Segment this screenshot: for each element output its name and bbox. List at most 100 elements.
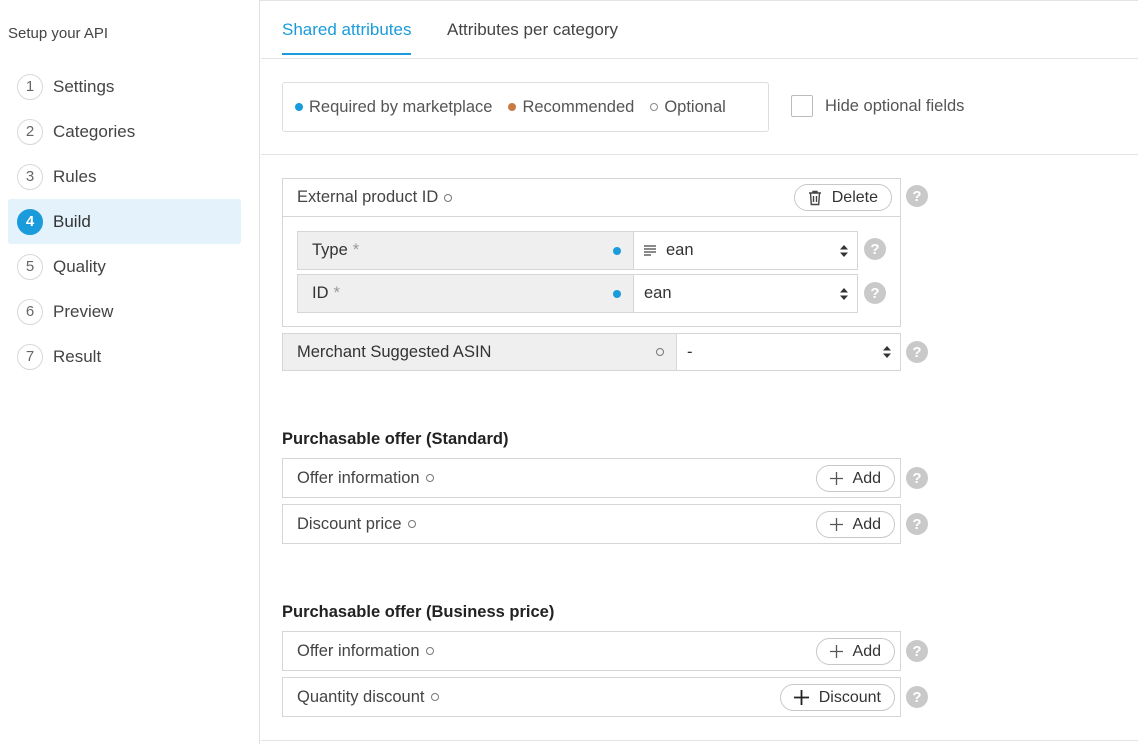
help-icon[interactable]: ? — [906, 185, 928, 207]
optional-dot-icon — [425, 474, 434, 482]
type-field-row: Type * ean — [297, 231, 858, 270]
step-quality[interactable]: 5 Quality — [8, 244, 241, 289]
plus-icon — [829, 518, 843, 531]
external-product-id-title: External product ID — [297, 188, 439, 206]
optional-dot-icon — [425, 647, 434, 655]
id-select[interactable]: ean — [634, 274, 858, 313]
id-field-label: ID * — [297, 274, 634, 313]
required-star: * — [333, 284, 340, 302]
row-label: Quantity discount — [297, 687, 425, 706]
add-quantity-discount-button[interactable]: Discount — [779, 684, 895, 711]
legend-recommended-label: Recommended — [522, 97, 635, 116]
required-star: * — [352, 241, 360, 259]
step-build[interactable]: 4 Build — [8, 199, 241, 244]
help-icon[interactable]: ? — [906, 467, 928, 489]
step-label: Build — [53, 211, 91, 231]
standard-offer-information-row: Offer information Add — [282, 458, 901, 498]
step-rules[interactable]: 3 Rules — [8, 154, 241, 199]
merchant-asin-select[interactable]: - — [677, 333, 901, 371]
delete-label: Delete — [831, 188, 878, 206]
tab-shared-attributes[interactable]: Shared attributes — [282, 20, 412, 55]
hide-optional-toggle[interactable]: Hide optional fields — [791, 95, 964, 117]
plus-icon — [829, 472, 843, 485]
type-select-value: ean — [666, 241, 694, 259]
step-preview[interactable]: 6 Preview — [8, 289, 241, 334]
delete-button[interactable]: Delete — [793, 184, 892, 211]
required-dot-icon — [295, 103, 303, 111]
hide-optional-checkbox[interactable] — [791, 95, 813, 117]
tab-bar: Shared attributes Attributes per categor… — [261, 0, 1138, 59]
help-icon[interactable]: ? — [864, 238, 886, 260]
add-discount-price-button[interactable]: Add — [815, 511, 895, 538]
section-title-business: Purchasable offer (Business price) — [282, 603, 555, 621]
trash-icon — [808, 190, 822, 206]
list-icon — [644, 245, 656, 256]
help-icon[interactable]: ? — [906, 686, 928, 708]
standard-discount-price-row: Discount price Add — [282, 504, 901, 544]
step-number: 1 — [17, 73, 43, 100]
merchant-asin-label-text: Merchant Suggested ASIN — [297, 342, 492, 361]
help-icon[interactable]: ? — [864, 282, 886, 304]
type-select[interactable]: ean — [634, 231, 858, 270]
step-number: 3 — [17, 163, 43, 190]
id-field-row: ID * ean — [297, 274, 858, 313]
field-legend: Required by marketplace Recommended Opti… — [282, 82, 769, 132]
add-label: Add — [852, 642, 881, 660]
step-settings[interactable]: 1 Settings — [8, 64, 241, 109]
step-number: 6 — [17, 298, 43, 325]
section-divider — [261, 154, 1138, 155]
sidebar-title: Setup your API — [8, 25, 109, 42]
bottom-divider — [261, 740, 1138, 741]
step-number: 2 — [17, 118, 43, 145]
main-panel: Shared attributes Attributes per categor… — [261, 0, 1138, 744]
row-label: Offer information — [297, 641, 420, 660]
section-title-standard: Purchasable offer (Standard) — [282, 430, 509, 448]
merchant-asin-value: - — [687, 342, 693, 361]
steps-list: 1 Settings 2 Categories 3 Rules 4 Build … — [8, 64, 241, 379]
optional-dot-icon — [656, 348, 664, 356]
step-number: 5 — [17, 253, 43, 280]
id-label-text: ID — [312, 284, 329, 302]
hide-optional-label: Hide optional fields — [825, 96, 965, 115]
step-label: Result — [53, 346, 102, 366]
type-field-label: Type * — [297, 231, 634, 270]
recommended-dot-icon — [508, 103, 517, 111]
add-business-offer-information-button[interactable]: Add — [815, 638, 895, 665]
merchant-asin-row: Merchant Suggested ASIN - — [282, 333, 901, 371]
business-offer-information-row: Offer information Add — [282, 631, 901, 671]
row-label: Discount price — [297, 514, 402, 533]
step-label: Quality — [53, 256, 106, 276]
select-arrows-icon — [883, 346, 891, 358]
row-label: Offer information — [297, 468, 420, 487]
required-dot-icon — [613, 289, 621, 298]
tab-attributes-per-category[interactable]: Attributes per category — [447, 20, 618, 53]
help-icon[interactable]: ? — [906, 341, 928, 363]
external-product-id-group: External product ID Delete Type * ean ID… — [282, 178, 901, 327]
optional-dot-icon — [430, 693, 439, 701]
optional-dot-icon — [444, 193, 453, 202]
step-label: Settings — [53, 76, 115, 96]
sidebar: Setup your API 1 Settings 2 Categories 3… — [0, 0, 260, 744]
select-arrows-icon — [840, 287, 848, 300]
add-label: Add — [852, 469, 881, 487]
legend-optional: Optional — [650, 97, 726, 117]
step-label: Rules — [53, 166, 97, 186]
id-select-value: ean — [644, 284, 672, 302]
help-icon[interactable]: ? — [906, 513, 928, 535]
optional-dot-icon — [650, 103, 659, 111]
step-label: Categories — [53, 121, 136, 141]
discount-label: Discount — [818, 688, 881, 706]
legend-recommended: Recommended — [508, 98, 634, 117]
step-categories[interactable]: 2 Categories — [8, 109, 241, 154]
step-number: 7 — [17, 343, 43, 370]
help-icon[interactable]: ? — [906, 640, 928, 662]
legend-optional-label: Optional — [664, 97, 726, 116]
type-label-text: Type — [312, 241, 348, 259]
optional-dot-icon — [407, 520, 416, 528]
step-result[interactable]: 7 Result — [8, 334, 241, 379]
required-dot-icon — [613, 246, 621, 255]
add-offer-information-button[interactable]: Add — [815, 465, 895, 492]
step-label: Preview — [53, 301, 114, 321]
plus-icon — [793, 690, 809, 705]
legend-required-label: Required by marketplace — [309, 97, 493, 116]
